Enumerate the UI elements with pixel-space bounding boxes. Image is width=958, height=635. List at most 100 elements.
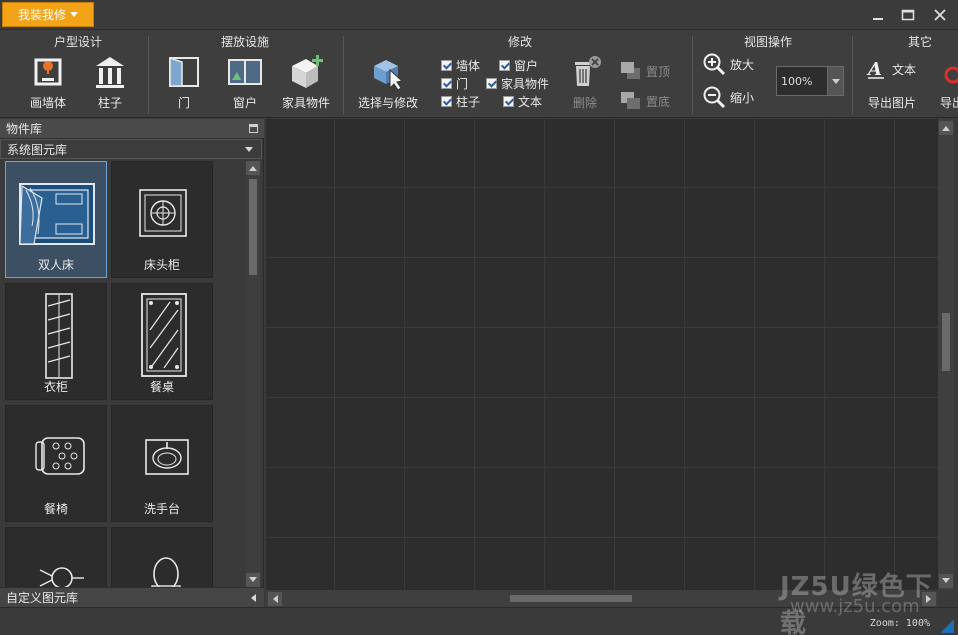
group-divider — [148, 36, 149, 114]
furniture-label: 家具物件 — [281, 96, 330, 110]
zoom-level-select[interactable]: 100% — [776, 66, 844, 96]
panel-pin-icon[interactable] — [249, 124, 258, 133]
object-library-panel: 物件库 系统图元库 双人床 床头柜 衣柜 餐桌 餐椅 洗手台 自定义图元库 — [0, 119, 264, 607]
draw-wall-icon — [34, 58, 62, 86]
library-item-toilet[interactable] — [111, 527, 213, 587]
chevron-left-icon — [251, 594, 256, 602]
window-checkbox[interactable]: 窗户 — [499, 57, 538, 73]
zoom-in-button[interactable]: 放大 — [702, 53, 755, 76]
checkbox-checked-icon — [441, 95, 452, 107]
delete-button[interactable]: 删除 — [558, 52, 612, 114]
draw-wall-button[interactable]: 画墙体 — [18, 52, 78, 114]
window-icon — [228, 59, 262, 85]
library-item-label: 衣柜 — [43, 380, 68, 394]
text-checkbox[interactable]: 文本 — [503, 93, 542, 109]
scrollbar-thumb[interactable] — [510, 595, 632, 602]
custom-library-label: 自定义图元库 — [6, 591, 79, 605]
chevron-down-icon[interactable] — [827, 67, 843, 95]
furniture-checkbox-label: 家具物件 — [501, 76, 550, 91]
watermark-url: www.jz5u.com — [790, 596, 920, 617]
furniture-box-icon — [292, 55, 323, 88]
maximize-icon — [901, 9, 915, 21]
scroll-left-arrow-icon[interactable] — [268, 592, 282, 606]
chevron-down-icon — [245, 147, 253, 152]
zoom-in-icon — [703, 53, 726, 76]
text-tool-button[interactable]: A 文本 — [866, 58, 916, 80]
furniture-button[interactable]: 家具物件 — [276, 52, 336, 114]
window-label: 窗户 — [232, 96, 257, 110]
draw-wall-label: 画墙体 — [29, 96, 66, 110]
delete-label: 删除 — [572, 96, 597, 110]
pillar-checkbox[interactable]: 柱子 — [441, 93, 480, 109]
library-source-value: 系统图元库 — [7, 142, 68, 157]
checkbox-checked-icon — [441, 59, 452, 71]
door-icon — [169, 56, 199, 87]
dining-chair-icon — [35, 437, 85, 475]
close-button[interactable] — [928, 4, 952, 26]
export-more-label: 导出 — [940, 95, 958, 110]
door-label: 门 — [177, 96, 190, 110]
text-tool-icon: A — [866, 59, 884, 80]
door-button[interactable]: 门 — [154, 52, 214, 114]
group-title-other: 其它 — [907, 35, 932, 49]
group-divider — [852, 36, 853, 114]
wall-checkbox[interactable]: 墙体 — [441, 57, 480, 73]
app-menu-button[interactable]: 我装我修 — [2, 2, 94, 27]
trash-icon — [575, 56, 601, 86]
library-item-washbasin[interactable]: 洗手台 — [111, 405, 213, 522]
send-to-bottom-icon — [621, 92, 640, 109]
library-item-lamp[interactable] — [5, 527, 107, 587]
export-image-button[interactable]: 导出图片 — [868, 91, 916, 113]
washbasin-icon — [145, 439, 189, 475]
checkbox-checked-icon — [441, 77, 452, 89]
maximize-button[interactable] — [896, 4, 920, 26]
library-scrollbar[interactable] — [246, 161, 260, 587]
canvas-vertical-scrollbar[interactable] — [938, 119, 954, 590]
scrollbar-thumb[interactable] — [942, 313, 950, 371]
library-header: 物件库 — [0, 119, 264, 139]
title-bar: 我装我修 — [0, 0, 958, 30]
chevron-down-icon — [70, 12, 78, 17]
checkbox-checked-icon — [503, 95, 514, 107]
library-item-label: 床头柜 — [143, 258, 180, 272]
library-item-dining-chair[interactable]: 餐椅 — [5, 405, 107, 522]
library-item-wardrobe[interactable]: 衣柜 — [5, 283, 107, 400]
select-modify-button[interactable]: 选择与修改 — [356, 52, 420, 114]
furniture-checkbox[interactable]: 家具物件 — [486, 75, 549, 91]
library-source-select[interactable]: 系统图元库 — [0, 139, 262, 159]
scroll-up-arrow-icon[interactable] — [246, 161, 260, 175]
library-item-dining-table[interactable]: 餐桌 — [111, 283, 213, 400]
library-item-double-bed[interactable]: 双人床 — [5, 161, 107, 278]
library-item-label: 餐桌 — [149, 380, 174, 394]
pillar-button[interactable]: 柱子 — [80, 52, 140, 114]
library-item-label: 餐椅 — [43, 502, 68, 516]
ribbon-toolbar: 户型设计 摆放设施 修改 视图操作 其它 画墙体 柱子 门 窗户 家具物件 选择… — [0, 30, 958, 118]
group-title-view: 视图操作 — [743, 35, 792, 49]
scrollbar-thumb[interactable] — [249, 179, 257, 275]
zoom-level-value: 100% — [781, 74, 813, 88]
scroll-up-arrow-icon[interactable] — [939, 121, 953, 135]
export-more-button[interactable]: 导出 — [940, 91, 958, 113]
dining-table-icon — [141, 293, 187, 377]
scroll-down-arrow-icon[interactable] — [246, 573, 260, 587]
send-to-bottom-button[interactable]: 置底 — [620, 90, 670, 112]
pillar-icon — [96, 57, 124, 88]
text-tool-label: 文本 — [892, 62, 917, 77]
group-title-furnish: 摆放设施 — [220, 35, 269, 49]
pillar-checkbox-label: 柱子 — [456, 94, 481, 109]
export-icon-partial[interactable] — [940, 64, 958, 86]
drawing-canvas[interactable] — [266, 119, 938, 590]
library-item-nightstand[interactable]: 床头柜 — [111, 161, 213, 278]
minimize-button[interactable] — [866, 4, 890, 26]
zoom-in-label: 放大 — [730, 57, 755, 72]
svg-text:A: A — [866, 59, 882, 80]
library-item-label: 双人床 — [37, 258, 74, 272]
wardrobe-icon — [45, 293, 73, 379]
bring-to-top-button[interactable]: 置顶 — [620, 60, 670, 82]
zoom-out-button[interactable]: 缩小 — [702, 86, 754, 109]
group-title-modify: 修改 — [507, 35, 532, 49]
library-title: 物件库 — [6, 122, 43, 136]
window-button[interactable]: 窗户 — [215, 52, 275, 114]
door-checkbox[interactable]: 门 — [441, 75, 468, 91]
custom-library-bar[interactable]: 自定义图元库 — [0, 587, 264, 607]
